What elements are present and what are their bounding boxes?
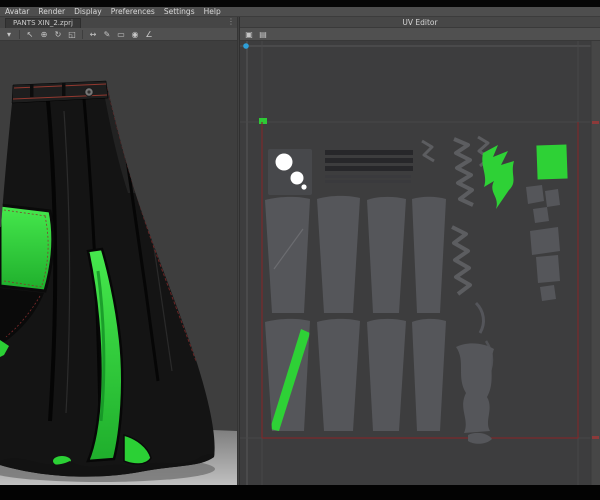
scale-tool-icon[interactable]: ◱ bbox=[66, 29, 78, 40]
uv-island-wavy-small[interactable] bbox=[468, 432, 492, 444]
panel-handle-icon[interactable]: ⋮ bbox=[227, 17, 235, 27]
canvas-right-strip bbox=[590, 41, 600, 485]
uv-tool-icon-2[interactable]: ▤ bbox=[257, 29, 269, 40]
uv-canvas[interactable] bbox=[240, 41, 600, 485]
uv-island-wavy[interactable] bbox=[456, 343, 494, 433]
3d-toolbar: ▾ ↖ ⊕ ↻ ◱ ↔ ✎ ▭ ◉ ∠ bbox=[0, 28, 237, 41]
uv-island-green-jagged[interactable] bbox=[482, 145, 514, 209]
uv-island-buttons[interactable] bbox=[268, 149, 312, 195]
uv-islands[interactable] bbox=[265, 135, 568, 444]
uv-toolbar: ▣ ▤ bbox=[240, 28, 600, 41]
uv-island-tape[interactable] bbox=[451, 225, 472, 296]
application-window: Avatar Render Display Preferences Settin… bbox=[0, 0, 600, 500]
garment-3d-render[interactable] bbox=[0, 41, 237, 485]
main-area: PANTS XIN_2.zprj ⋮ ▾ ↖ ⊕ ↻ ◱ ↔ ✎ ▭ ◉ ∠ U… bbox=[0, 17, 600, 485]
measure-tool-icon[interactable]: ∠ bbox=[143, 29, 155, 40]
menu-item-avatar[interactable]: Avatar bbox=[5, 7, 29, 17]
pen-tool-icon[interactable]: ✎ bbox=[101, 29, 113, 40]
window-bottom-strip bbox=[0, 485, 600, 500]
project-tab[interactable]: PANTS XIN_2.zprj bbox=[5, 18, 81, 28]
uv-island-small-rects[interactable] bbox=[530, 227, 560, 301]
uv-island-pant-panels-row1[interactable] bbox=[265, 195, 446, 313]
menu-item-render[interactable]: Render bbox=[38, 7, 65, 17]
menu-bar: Avatar Render Display Preferences Settin… bbox=[0, 7, 600, 17]
3d-view-pane: PANTS XIN_2.zprj ⋮ ▾ ↖ ⊕ ↻ ◱ ↔ ✎ ▭ ◉ ∠ bbox=[0, 17, 237, 485]
green-pocket-panel bbox=[0, 203, 55, 293]
select-tool-icon[interactable]: ↖ bbox=[24, 29, 36, 40]
menu-item-settings[interactable]: Settings bbox=[164, 7, 195, 17]
view-dropdown-icon[interactable]: ▾ bbox=[3, 29, 15, 40]
menu-item-preferences[interactable]: Preferences bbox=[111, 7, 155, 17]
ruler-origin-dot[interactable] bbox=[243, 43, 249, 49]
uv-island-small-pieces[interactable] bbox=[526, 185, 560, 223]
rotate-tool-icon[interactable]: ↻ bbox=[52, 29, 64, 40]
toolbar-separator bbox=[19, 29, 20, 39]
pan-tool-icon[interactable]: ↔ bbox=[87, 29, 99, 40]
project-tab-bar: PANTS XIN_2.zprj ⋮ bbox=[0, 17, 237, 28]
rectangle-tool-icon[interactable]: ▭ bbox=[115, 29, 127, 40]
uv-island-green-rect[interactable] bbox=[536, 144, 568, 180]
move-tool-icon[interactable]: ⊕ bbox=[38, 29, 50, 40]
pin-tool-icon[interactable]: ◉ bbox=[129, 29, 141, 40]
uv-editor-titlebar[interactable]: UV Editor bbox=[240, 17, 600, 28]
toolbar-separator bbox=[82, 29, 83, 39]
uv-island-tape[interactable] bbox=[453, 137, 474, 207]
uv-editor-pane: UV Editor ▣ ▤ bbox=[240, 17, 600, 485]
uv-island-waistband-strips[interactable] bbox=[325, 150, 413, 183]
uv-island-tape[interactable] bbox=[421, 139, 435, 163]
menu-item-help[interactable]: Help bbox=[204, 7, 221, 17]
uv-layout[interactable] bbox=[240, 41, 600, 485]
uv-editor-title: UV Editor bbox=[402, 17, 438, 27]
uv-tool-icon-1[interactable]: ▣ bbox=[243, 29, 255, 40]
menu-item-display[interactable]: Display bbox=[74, 7, 102, 17]
3d-viewport[interactable] bbox=[0, 41, 237, 485]
